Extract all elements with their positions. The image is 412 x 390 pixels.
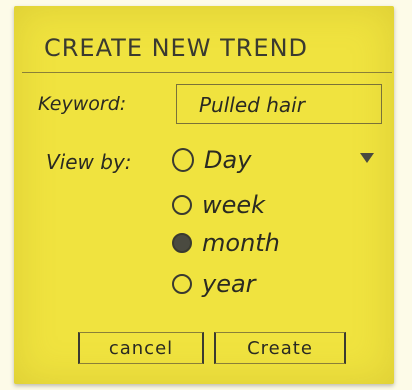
keyword-label: Keyword: — [38, 93, 127, 115]
dialog-title: CREATE NEW TREND — [44, 34, 309, 62]
radio-label-day: Day — [204, 146, 252, 174]
radio-year-icon[interactable] — [172, 274, 192, 294]
create-button[interactable]: Create — [214, 332, 346, 364]
radio-option-year[interactable]: year — [172, 270, 256, 298]
radio-day-icon[interactable] — [172, 148, 194, 172]
cancel-button[interactable]: cancel — [78, 332, 204, 364]
title-divider — [22, 72, 392, 73]
radio-month-selected-icon[interactable] — [172, 233, 192, 253]
radio-option-day[interactable]: Day — [172, 146, 251, 174]
radio-label-month: month — [202, 229, 280, 257]
view-by-label: View by: — [46, 150, 132, 174]
radio-week-icon[interactable] — [172, 195, 192, 215]
radio-label-week: week — [202, 191, 266, 219]
radio-label-year: year — [202, 270, 256, 298]
keyword-input[interactable]: Pulled hair — [176, 84, 382, 124]
dropdown-arrow-icon[interactable] — [360, 153, 374, 163]
radio-option-week[interactable]: week — [172, 191, 265, 219]
radio-option-month[interactable]: month — [172, 229, 280, 257]
